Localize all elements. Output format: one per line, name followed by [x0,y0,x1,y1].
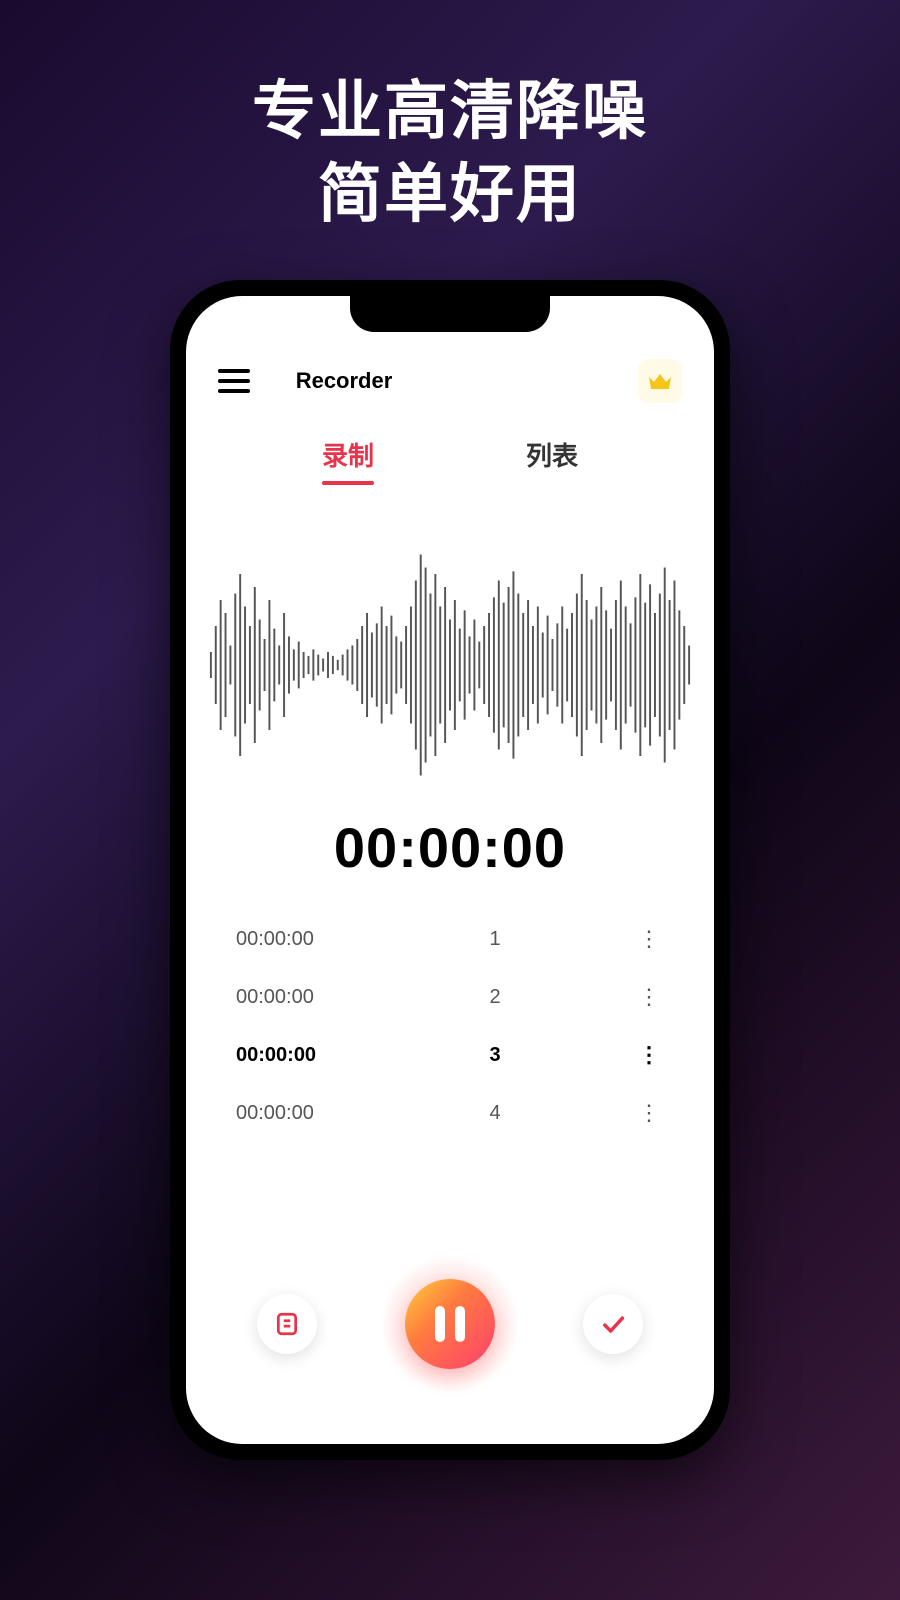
mark-row[interactable]: 00:00:00 3 ⋮ [236,1026,664,1084]
phone-frame: Recorder 录制 列表 00:00:00 00:00:00 1 [170,280,730,1460]
timer-display: 00:00:00 [186,815,714,880]
check-icon [599,1310,627,1338]
app-screen: Recorder 录制 列表 00:00:00 00:00:00 1 [186,296,714,1444]
mark-index: 1 [475,928,515,951]
menu-icon[interactable] [218,369,250,393]
waveform-display [186,485,714,805]
pause-bar-icon [435,1306,445,1342]
app-title: Recorder [296,368,393,394]
mark-time: 00:00:00 [236,1102,356,1125]
bookmark-icon [274,1311,300,1337]
mark-index: 2 [475,986,515,1009]
mark-row[interactable]: 00:00:00 2 ⋮ [236,968,664,1026]
marketing-headline: 专业高清降噪 简单好用 [0,0,900,236]
bookmark-button[interactable] [257,1294,317,1354]
record-button-wrap [380,1254,520,1394]
more-icon[interactable]: ⋮ [634,935,664,944]
marks-list: 00:00:00 1 ⋮ 00:00:00 2 ⋮ 00:00:00 3 ⋮ 0… [186,880,714,1142]
tab-record[interactable]: 录制 [322,436,374,485]
more-icon[interactable]: ⋮ [634,1051,664,1060]
mark-index: 3 [475,1044,515,1067]
crown-icon [647,371,673,391]
tab-list[interactable]: 列表 [526,436,578,485]
waveform-icon [206,535,694,795]
headline-line1: 专业高清降噪 [0,70,900,153]
tabs: 录制 列表 [186,406,714,485]
mark-row[interactable]: 00:00:00 4 ⋮ [236,1084,664,1142]
pause-bar-icon [455,1306,465,1342]
mark-row[interactable]: 00:00:00 1 ⋮ [236,910,664,968]
more-icon[interactable]: ⋮ [634,1109,664,1118]
mark-time: 00:00:00 [236,986,356,1009]
mark-time: 00:00:00 [236,928,356,951]
pause-button[interactable] [405,1279,495,1369]
premium-button[interactable] [638,359,682,403]
mark-time: 00:00:00 [236,1044,356,1067]
more-icon[interactable]: ⋮ [634,993,664,1002]
headline-line2: 简单好用 [0,153,900,236]
phone-notch [350,296,550,332]
done-button[interactable] [583,1294,643,1354]
controls-bar [186,1254,714,1394]
mark-index: 4 [475,1102,515,1125]
